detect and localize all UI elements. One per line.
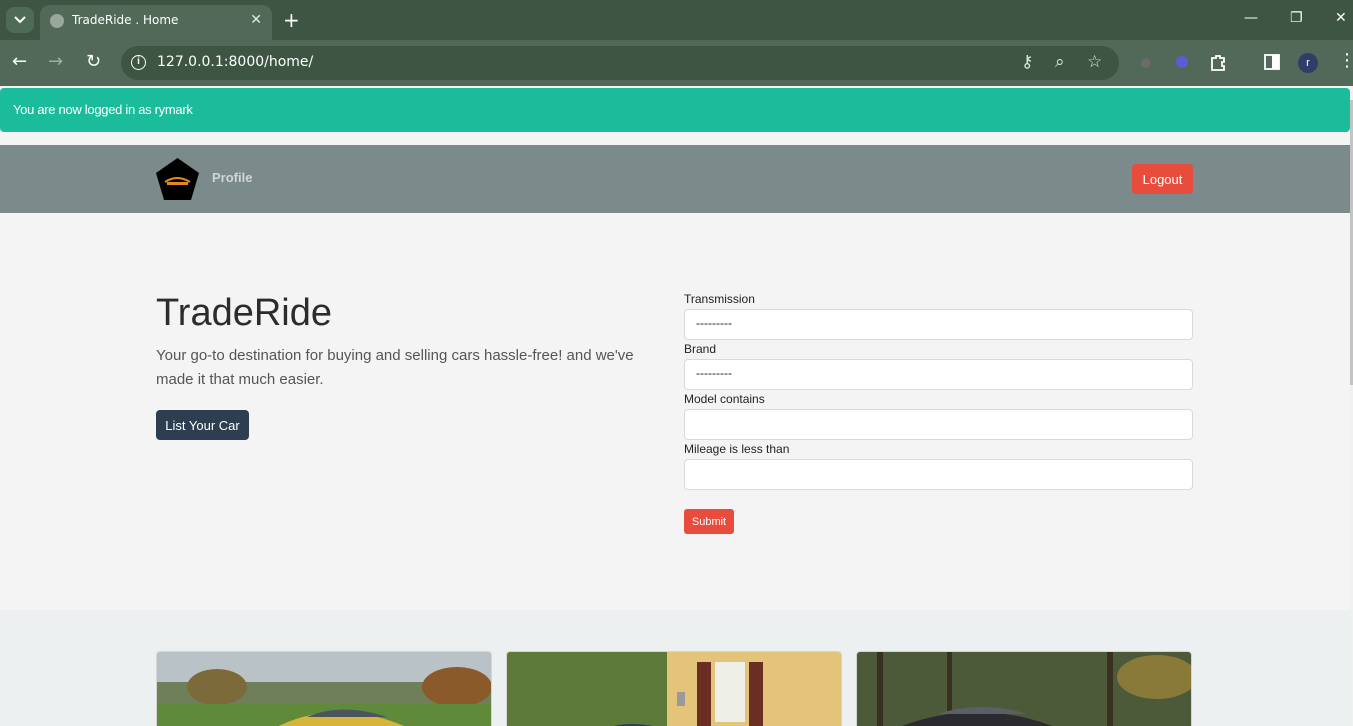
puzzle-icon[interactable] [1208, 52, 1228, 72]
car-gallery [0, 610, 1350, 726]
info-icon[interactable]: i [131, 55, 146, 70]
model-label: Model contains [684, 392, 765, 406]
mileage-input[interactable] [684, 459, 1193, 490]
transmission-label: Transmission [684, 292, 755, 306]
extension-icon[interactable] [1136, 52, 1156, 72]
back-icon[interactable]: ← [12, 51, 27, 72]
address-bar[interactable]: i 127.0.0.1:8000/home/ ⚷ ⌕ ☆ [121, 46, 1119, 80]
nav-profile-link[interactable]: Profile [212, 170, 252, 185]
tab-search-button[interactable] [6, 7, 34, 33]
traderide-logo[interactable] [155, 157, 200, 201]
transmission-select[interactable]: --------- [684, 309, 1193, 340]
hero-description: Your go-to destination for buying and se… [156, 347, 634, 388]
chevron-down-icon [14, 16, 26, 24]
minimize-icon[interactable]: — [1244, 10, 1258, 26]
brand-select[interactable]: --------- [684, 359, 1193, 390]
submit-button[interactable]: Submit [684, 509, 734, 534]
browser-tab[interactable]: TradeRide . Home ✕ [40, 5, 272, 40]
menu-icon[interactable]: ⋮ [1338, 50, 1353, 71]
login-alert: You are now logged in as rymark [0, 88, 1350, 132]
mileage-label: Mileage is less than [684, 442, 790, 456]
url-text[interactable]: 127.0.0.1:8000/home/ [157, 54, 313, 70]
alert-message: You are now logged in as rymark [13, 102, 193, 117]
brand-label: Brand [684, 342, 717, 356]
car-photo [157, 652, 491, 726]
site-navbar: Profile Logout [0, 145, 1350, 213]
globe-icon [50, 14, 64, 28]
car-photo [507, 652, 841, 726]
car-card[interactable] [156, 651, 492, 726]
new-tab-icon[interactable]: + [283, 8, 300, 32]
key-icon[interactable]: ⚷ [1021, 52, 1033, 72]
hero-title: TradeRide [156, 292, 333, 334]
logout-button[interactable]: Logout [1132, 164, 1193, 194]
forward-icon[interactable]: → [48, 51, 63, 72]
zoom-icon[interactable]: ⌕ [1055, 52, 1065, 72]
close-icon[interactable]: ✕ [250, 12, 262, 28]
car-card[interactable] [856, 651, 1192, 726]
vpn-extension-icon[interactable] [1172, 52, 1192, 72]
browser-tab-bar: TradeRide . Home ✕ + — ❐ ✕ [0, 0, 1353, 40]
browser-toolbar: ← → ↻ i 127.0.0.1:8000/home/ ⚷ ⌕ ☆ r ⋮ [0, 40, 1353, 86]
model-input[interactable] [684, 409, 1193, 440]
tab-title: TradeRide . Home [72, 13, 179, 27]
star-icon[interactable]: ☆ [1087, 52, 1102, 72]
car-photo [857, 652, 1191, 726]
restore-icon[interactable]: ❐ [1290, 10, 1303, 26]
car-card[interactable] [506, 651, 842, 726]
list-your-car-button[interactable]: List Your Car [156, 410, 249, 440]
window-close-icon[interactable]: ✕ [1335, 10, 1347, 26]
side-panel-icon[interactable] [1262, 52, 1282, 72]
reload-icon[interactable]: ↻ [86, 51, 101, 72]
profile-avatar[interactable]: r [1298, 53, 1318, 73]
